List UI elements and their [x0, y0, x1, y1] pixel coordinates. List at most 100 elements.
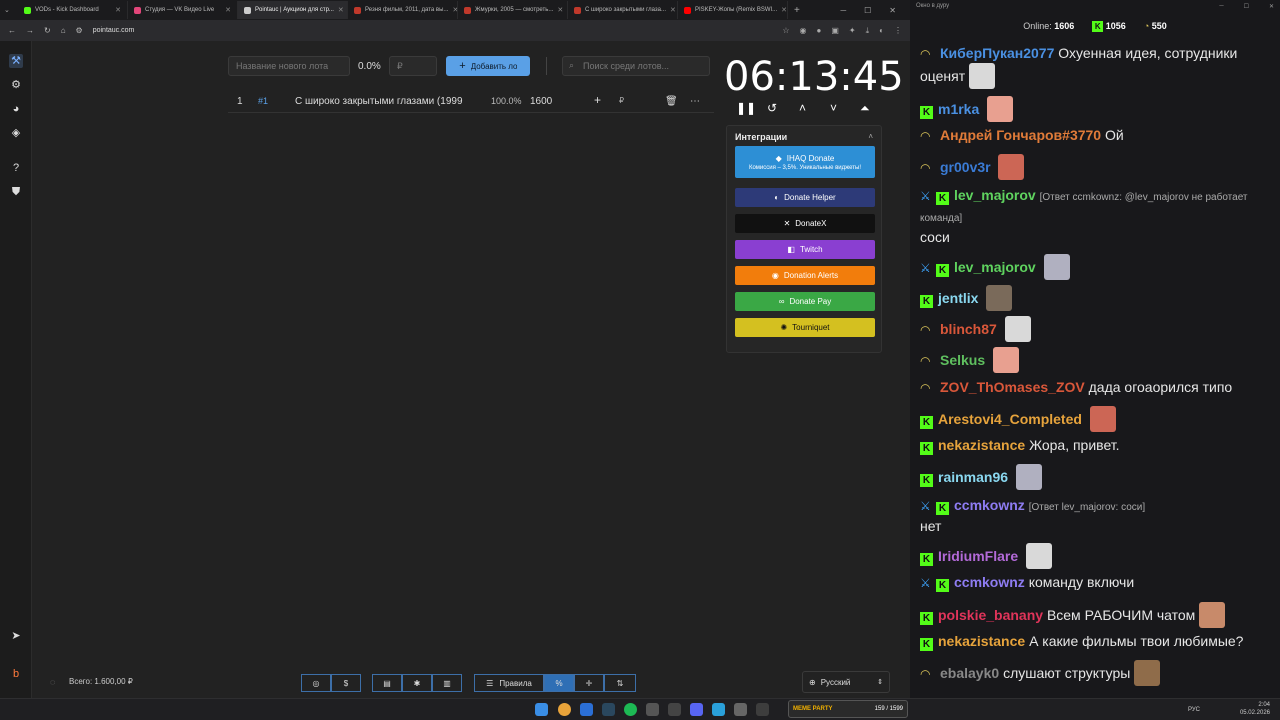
brand-logo-icon[interactable]: b — [9, 667, 23, 681]
chat-username[interactable]: nekazistance — [938, 633, 1025, 649]
tab-close-icon[interactable]: ✕ — [338, 6, 344, 14]
rules-button[interactable]: ☰ Правила — [474, 674, 544, 692]
settings-gear-icon[interactable]: ⚙ — [9, 78, 23, 92]
pause-icon[interactable]: ❚❚ — [736, 101, 756, 115]
browser-tab[interactable]: VODs - Kick Dashboard ✕ — [18, 1, 128, 19]
chat-username[interactable]: ZOV_ThOmases_ZOV — [940, 379, 1085, 395]
download-icon[interactable]: ⤓ — [866, 26, 870, 36]
collapse-icon[interactable]: ˄ — [868, 132, 873, 141]
history-button[interactable]: ▤ — [372, 674, 402, 692]
url-field[interactable]: pointauc.com — [93, 27, 773, 34]
shield-icon[interactable]: ⛊ — [9, 185, 23, 199]
chat-username[interactable]: rainman96 — [938, 469, 1008, 485]
back-icon[interactable]: ← — [8, 26, 16, 35]
chat-username[interactable]: ebalayk0 — [940, 665, 999, 681]
chat-username[interactable]: jentlix — [938, 290, 978, 306]
tab-close-icon[interactable]: ✕ — [781, 6, 787, 14]
tab-list-menu[interactable]: ⌄ — [4, 6, 18, 14]
integration-button[interactable]: ◉ Donation Alerts — [735, 266, 875, 285]
add-amount-icon[interactable]: + — [594, 93, 601, 107]
profile-icon[interactable]: ◐ — [879, 26, 884, 36]
maximize-icon[interactable]: ☐ — [864, 6, 871, 15]
lot-row[interactable]: 1 #1 С широко закрытыми глазами (1999 10… — [228, 91, 714, 113]
chat-username[interactable]: m1rka — [938, 101, 979, 117]
start-icon[interactable] — [535, 703, 548, 716]
media-widget[interactable]: MEME PARTY 159 / 1599 — [788, 700, 908, 718]
telegram-icon[interactable]: ➤ — [9, 629, 23, 643]
add-lot-button[interactable]: + Добавить лот — [446, 56, 530, 76]
app-icon[interactable] — [668, 703, 681, 716]
minimize-icon[interactable]: ─ — [1219, 3, 1223, 11]
github-button[interactable]: ◎ — [301, 674, 331, 692]
maximize-icon[interactable]: ☐ — [1244, 3, 1249, 11]
new-lot-input[interactable]: Название нового лота — [228, 56, 350, 76]
chat-username[interactable]: IridiumFlare — [938, 548, 1018, 564]
chat-username[interactable]: polskie_banany — [938, 607, 1043, 623]
lot-name[interactable]: С широко закрытыми глазами (1999 — [295, 96, 477, 107]
browser-tab[interactable]: PISKEY-Жопы (Remix BSWI... ✕ — [678, 1, 788, 19]
chat-username[interactable]: gr00v3r — [940, 159, 991, 175]
extensions-puzzle-icon[interactable]: ✦ — [849, 26, 856, 36]
home-icon[interactable]: ⌂ — [61, 26, 66, 35]
integration-button[interactable]: ∞ Donate Pay — [735, 292, 875, 311]
tab-close-icon[interactable]: ✕ — [670, 6, 676, 14]
chat-username[interactable]: lev_majorov — [954, 259, 1036, 275]
chrome-icon[interactable] — [558, 703, 571, 716]
app-icon[interactable] — [580, 703, 593, 716]
new-tab-button[interactable]: + — [788, 5, 806, 16]
donate-button[interactable]: $ — [331, 674, 361, 692]
site-info-icon[interactable]: ⚙ — [76, 26, 83, 35]
browser-tab[interactable]: Pointauc | Аукцион для стр... ✕ — [238, 1, 348, 19]
chat-username[interactable]: Arestovi4_Completed — [938, 411, 1082, 427]
tab-close-icon[interactable]: ✕ — [115, 6, 121, 14]
chat-username[interactable]: ccmkownz — [954, 574, 1025, 590]
wheel-icon[interactable]: ◕ — [9, 102, 23, 116]
chat-username[interactable]: nekazistance — [938, 437, 1025, 453]
menu-dots-icon[interactable]: ⋮ — [894, 26, 902, 36]
app-icon[interactable] — [756, 703, 769, 716]
extension-icon[interactable]: ◉ — [800, 26, 807, 36]
extension-icon[interactable]: ● — [817, 26, 822, 36]
layers-icon[interactable]: ◈ — [9, 126, 23, 140]
integration-button[interactable]: ✕ DonateX — [735, 214, 875, 233]
spotify-icon[interactable] — [624, 703, 637, 716]
close-icon[interactable]: ✕ — [1269, 3, 1274, 11]
browser-tab[interactable]: С широко закрытыми глаза... ✕ — [568, 1, 678, 19]
app-icon[interactable] — [734, 703, 747, 716]
steam-icon[interactable] — [602, 703, 615, 716]
chat-username[interactable]: Андрей Гончаров#3770 — [940, 127, 1101, 143]
integration-button[interactable]: ◧ Twitch — [735, 240, 875, 259]
sort-button[interactable]: ⇅ — [604, 674, 636, 692]
tab-close-icon[interactable]: ✕ — [557, 6, 563, 14]
chevron-down-icon[interactable]: ˅ — [830, 101, 837, 115]
collapse-up-icon[interactable]: ⏶ — [860, 101, 870, 116]
chat-username[interactable]: blinch87 — [940, 321, 997, 337]
extension-icon[interactable]: ▣ — [831, 26, 839, 36]
chat-username[interactable]: lev_majorov — [954, 187, 1036, 203]
chat-username[interactable]: КиберПукан2077 — [940, 45, 1054, 61]
clock-date[interactable]: 05.02.2026 — [1240, 709, 1270, 717]
forward-icon[interactable]: → — [26, 26, 34, 35]
trash-button[interactable]: ▥ — [432, 674, 462, 692]
browser-tab[interactable]: Студия — VK Видео Live ✕ — [128, 1, 238, 19]
percent-button[interactable]: % — [544, 674, 574, 692]
bug-button[interactable]: ✱ — [402, 674, 432, 692]
app-icon[interactable] — [646, 703, 659, 716]
close-icon[interactable]: ✕ — [889, 6, 896, 15]
delete-icon[interactable]: 🗑 — [665, 96, 678, 107]
chat-username[interactable]: Selkus — [940, 352, 985, 368]
chat-username[interactable]: ccmkownz — [954, 497, 1025, 513]
move-button[interactable]: ✛ — [574, 674, 604, 692]
integration-button[interactable]: ◐ Donate Helper — [735, 188, 875, 207]
hide-eye-icon[interactable]: ◌ — [50, 677, 55, 687]
minimize-icon[interactable]: ─ — [840, 6, 846, 15]
chevron-up-icon[interactable]: ˄ — [799, 101, 806, 115]
discord-icon[interactable] — [690, 703, 703, 716]
auction-hammer-icon[interactable]: ⚒ — [9, 54, 23, 68]
tab-close-icon[interactable]: ✕ — [225, 6, 231, 14]
integration-button[interactable]: ✺ Tourniquet — [735, 318, 875, 337]
reset-icon[interactable]: ↺ — [767, 101, 777, 115]
telegram-icon[interactable] — [712, 703, 725, 716]
clock-time[interactable]: 2:04 — [1240, 701, 1270, 709]
keyboard-language[interactable]: РУС — [1150, 706, 1200, 714]
